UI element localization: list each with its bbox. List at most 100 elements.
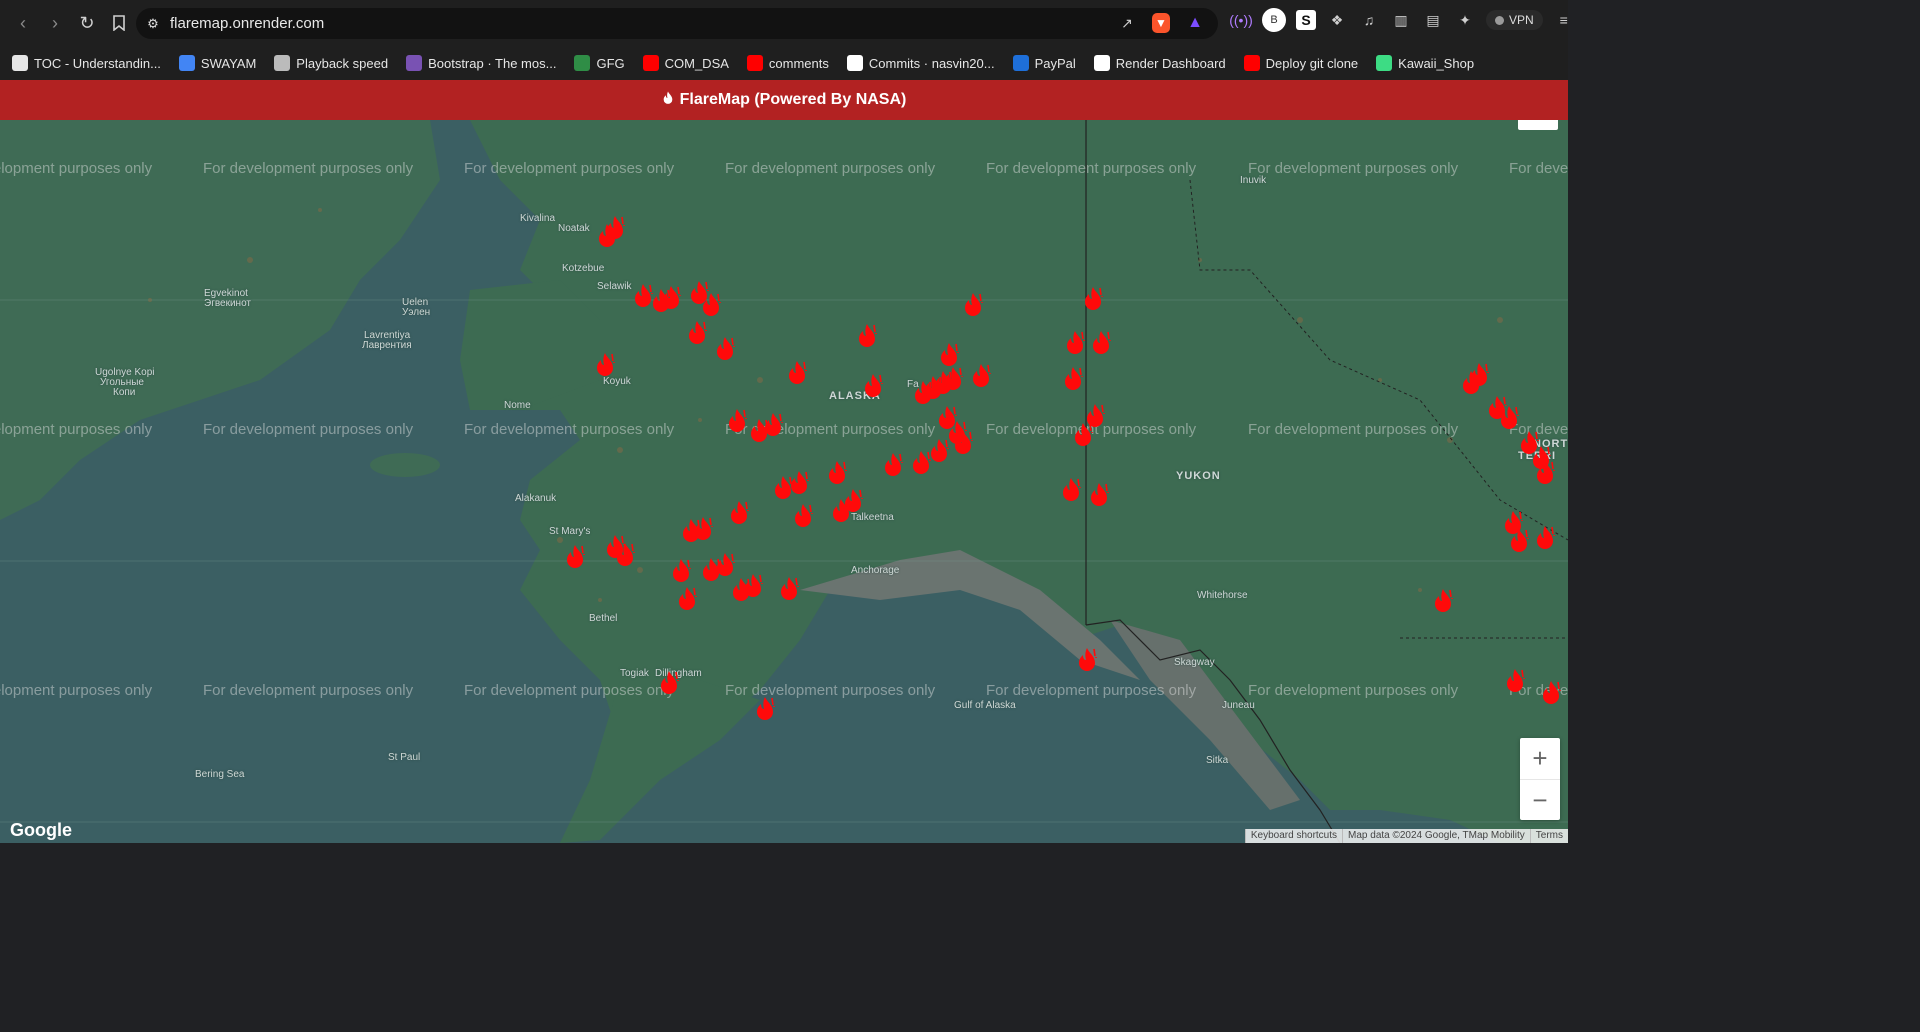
fire-marker-icon[interactable] bbox=[1062, 366, 1084, 392]
share-icon[interactable]: ↗ bbox=[1116, 12, 1138, 34]
fire-marker-icon[interactable] bbox=[938, 342, 960, 368]
fire-marker-icon[interactable] bbox=[660, 285, 682, 311]
fire-marker-icon[interactable] bbox=[910, 450, 932, 476]
fire-marker-icon[interactable] bbox=[1540, 680, 1562, 706]
bookmark-item[interactable]: Render Dashboard bbox=[1093, 55, 1226, 71]
bookmark-item[interactable]: comments bbox=[746, 55, 829, 71]
bookmark-label: Kawaii_Shop bbox=[1398, 55, 1475, 71]
sidebar-icon[interactable]: ▥ bbox=[1390, 9, 1412, 31]
fire-marker-icon[interactable] bbox=[1088, 482, 1110, 508]
fire-marker-icon[interactable] bbox=[862, 373, 884, 399]
fire-marker-icon[interactable] bbox=[962, 292, 984, 318]
keyboard-shortcuts-link[interactable]: Keyboard shortcuts bbox=[1244, 829, 1342, 843]
fire-marker-icon[interactable] bbox=[604, 215, 626, 241]
leo-ai-icon[interactable]: ✦ bbox=[1454, 9, 1476, 31]
fire-marker-icon[interactable] bbox=[1534, 525, 1556, 551]
fire-marker-icon[interactable] bbox=[788, 470, 810, 496]
bookmark-label: SWAYAM bbox=[200, 55, 257, 71]
brave-rewards-icon[interactable]: ▲ bbox=[1184, 12, 1206, 34]
bookmark-item[interactable]: Bootstrap · The mos... bbox=[406, 55, 556, 71]
vpn-status-icon bbox=[1495, 15, 1504, 25]
url-text[interactable]: flaremap.onrender.com bbox=[170, 15, 324, 32]
zoom-in-button[interactable]: + bbox=[1520, 738, 1560, 779]
fire-marker-icon[interactable] bbox=[1498, 405, 1520, 431]
fire-marker-icon[interactable] bbox=[564, 544, 586, 570]
fire-marker-icon[interactable] bbox=[726, 408, 748, 434]
menu-icon[interactable]: ≡ bbox=[1553, 9, 1575, 31]
place-label: Selawik bbox=[597, 281, 632, 292]
vpn-button[interactable]: VPN bbox=[1486, 10, 1543, 30]
fire-marker-icon[interactable] bbox=[1432, 588, 1454, 614]
watermark-text: For development purposes only bbox=[203, 421, 414, 438]
bookmark-item[interactable]: Playback speed bbox=[274, 55, 388, 71]
fire-marker-icon[interactable] bbox=[792, 503, 814, 529]
fire-marker-icon[interactable] bbox=[728, 500, 750, 526]
fire-marker-icon[interactable] bbox=[714, 336, 736, 362]
fire-marker-icon[interactable] bbox=[952, 430, 974, 456]
fire-marker-icon[interactable] bbox=[714, 552, 736, 578]
map-canvas[interactable]: For development purposes only For develop… bbox=[0, 120, 1568, 843]
terms-link[interactable]: Terms bbox=[1529, 829, 1568, 843]
back-icon[interactable]: ‹ bbox=[8, 8, 38, 38]
fire-marker-icon[interactable] bbox=[856, 323, 878, 349]
puzzle-icon[interactable]: ❖ bbox=[1326, 9, 1348, 31]
fire-marker-icon[interactable] bbox=[1076, 647, 1098, 673]
bookmark-item[interactable]: COM_DSA bbox=[642, 55, 729, 71]
fire-marker-icon[interactable] bbox=[1508, 528, 1530, 554]
fire-marker-icon[interactable] bbox=[942, 366, 964, 392]
fire-marker-icon[interactable] bbox=[686, 320, 708, 346]
place-label: Bering Sea bbox=[195, 769, 245, 780]
fire-marker-icon[interactable] bbox=[1064, 330, 1086, 356]
fire-marker-icon[interactable] bbox=[742, 573, 764, 599]
fire-marker-icon[interactable] bbox=[676, 586, 698, 612]
fire-marker-icon[interactable] bbox=[1090, 330, 1112, 356]
fire-marker-icon[interactable] bbox=[1082, 286, 1104, 312]
address-bar[interactable]: ⚙ flaremap.onrender.com ↗ ▼ ▲ bbox=[136, 8, 1218, 39]
place-label: Alakanuk bbox=[515, 493, 557, 504]
fire-marker-icon[interactable] bbox=[670, 558, 692, 584]
wallet-icon[interactable]: ▤ bbox=[1422, 9, 1444, 31]
fire-marker-icon[interactable] bbox=[594, 352, 616, 378]
fire-marker-icon[interactable] bbox=[778, 576, 800, 602]
music-icon[interactable]: ♫ bbox=[1358, 9, 1380, 31]
bookmark-item[interactable]: Commits · nasvin20... bbox=[846, 55, 995, 71]
forward-icon[interactable]: › bbox=[40, 8, 70, 38]
place-label: Эгвекинот bbox=[204, 298, 252, 309]
profile-avatar[interactable]: B bbox=[1262, 8, 1286, 32]
fire-marker-icon[interactable] bbox=[762, 412, 784, 438]
fire-marker-icon[interactable] bbox=[1060, 477, 1082, 503]
fire-marker-icon[interactable] bbox=[830, 498, 852, 524]
zoom-out-button[interactable]: − bbox=[1520, 780, 1560, 821]
fire-marker-icon[interactable] bbox=[970, 363, 992, 389]
fullscreen-button[interactable] bbox=[1518, 120, 1558, 130]
bookmark-item[interactable]: Kawaii_Shop bbox=[1376, 55, 1474, 71]
reload-icon[interactable]: ↻ bbox=[72, 8, 102, 38]
fire-marker-icon[interactable] bbox=[786, 360, 808, 386]
bookmark-label: Commits · nasvin20... bbox=[868, 55, 995, 71]
fire-marker-icon[interactable] bbox=[1534, 460, 1556, 486]
watermark-text: For development purposes only bbox=[986, 160, 1197, 177]
fire-marker-icon[interactable] bbox=[1468, 362, 1490, 388]
site-settings-icon[interactable]: ⚙ bbox=[136, 16, 170, 32]
brave-shields-icon[interactable]: ▼ bbox=[1152, 13, 1170, 33]
fire-marker-icon[interactable] bbox=[754, 696, 776, 722]
bookmark-item[interactable]: PayPal bbox=[1012, 55, 1076, 71]
bookmark-item[interactable]: SWAYAM bbox=[178, 55, 257, 71]
bookmark-item[interactable]: Deploy git clone bbox=[1243, 55, 1358, 71]
fire-marker-icon[interactable] bbox=[700, 292, 722, 318]
watermark-text: For development purposes only bbox=[464, 421, 675, 438]
s-extension-icon[interactable]: S bbox=[1296, 10, 1316, 30]
bookmark-label: COM_DSA bbox=[664, 55, 729, 71]
watermark-text: For development purposes only bbox=[1509, 160, 1568, 177]
radio-icon[interactable]: ((•)) bbox=[1229, 9, 1253, 31]
fire-marker-icon[interactable] bbox=[692, 516, 714, 542]
fire-marker-icon[interactable] bbox=[882, 452, 904, 478]
fire-marker-icon[interactable] bbox=[614, 542, 636, 568]
bookmark-icon[interactable] bbox=[104, 8, 134, 38]
fire-marker-icon[interactable] bbox=[826, 460, 848, 486]
bookmark-item[interactable]: GFG bbox=[574, 55, 625, 71]
fire-marker-icon[interactable] bbox=[658, 670, 680, 696]
fire-marker-icon[interactable] bbox=[1072, 422, 1094, 448]
bookmark-item[interactable]: TOC - Understandin... bbox=[12, 55, 161, 71]
fire-marker-icon[interactable] bbox=[1504, 668, 1526, 694]
